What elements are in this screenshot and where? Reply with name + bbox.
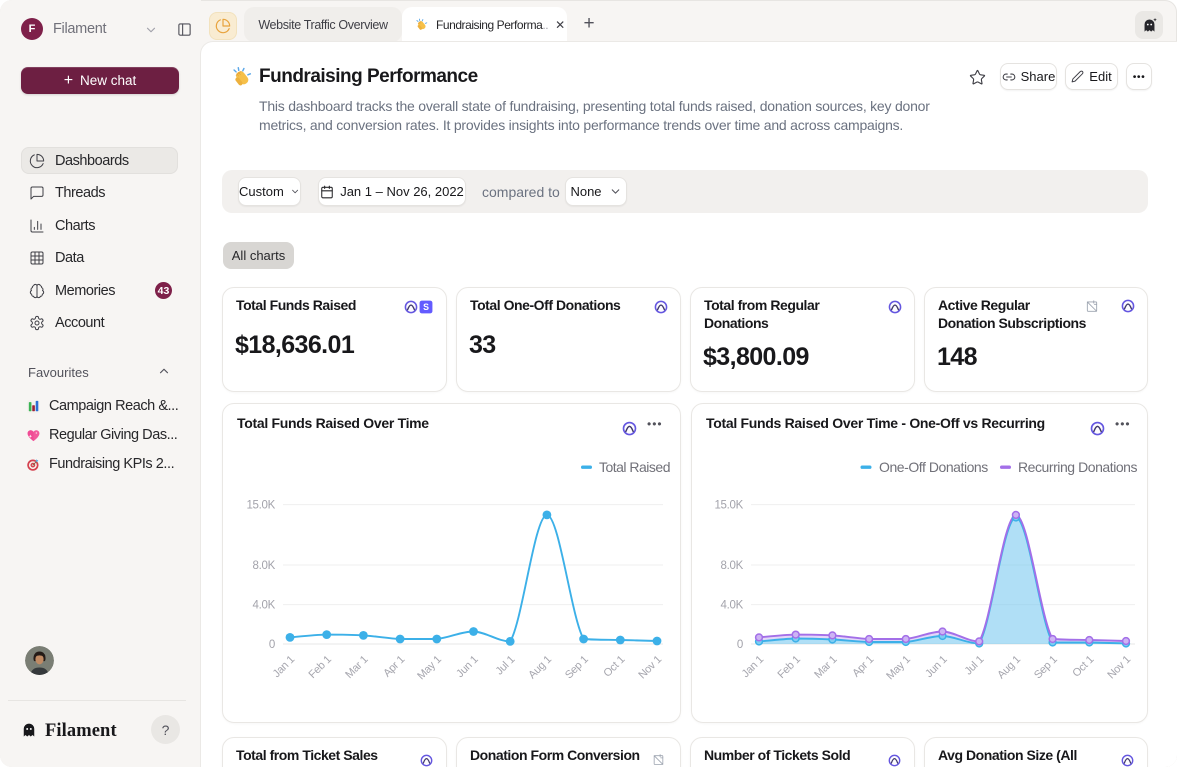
svg-text:Jun 1: Jun 1	[454, 654, 481, 681]
svg-text:Oct 1: Oct 1	[601, 654, 627, 680]
svg-text:4.0K: 4.0K	[253, 600, 276, 612]
svg-text:One-Off Donations: One-Off Donations	[879, 459, 988, 475]
svg-text:0: 0	[737, 639, 743, 651]
svg-text:Oct 1: Oct 1	[1070, 654, 1096, 680]
svg-text:May 1: May 1	[884, 654, 913, 683]
svg-text:Apr 1: Apr 1	[381, 654, 407, 680]
svg-text:Nov 1: Nov 1	[636, 654, 664, 682]
svg-text:Sep 1: Sep 1	[1032, 654, 1060, 682]
svg-text:Jun 1: Jun 1	[923, 654, 950, 681]
svg-text:Mar 1: Mar 1	[343, 654, 370, 681]
svg-text:Feb 1: Feb 1	[775, 654, 802, 681]
svg-text:15.0K: 15.0K	[246, 500, 275, 512]
svg-text:8.0K: 8.0K	[253, 560, 276, 572]
svg-text:Jul 1: Jul 1	[493, 654, 517, 678]
svg-text:15.0K: 15.0K	[714, 500, 743, 512]
svg-text:Total Raised: Total Raised	[599, 459, 670, 475]
svg-text:4.0K: 4.0K	[721, 600, 744, 612]
svg-text:Aug 1: Aug 1	[995, 654, 1023, 682]
svg-text:8.0K: 8.0K	[721, 560, 744, 572]
svg-text:May 1: May 1	[415, 654, 444, 683]
svg-text:Apr 1: Apr 1	[850, 654, 876, 680]
svg-text:S: S	[423, 302, 429, 312]
svg-text:0: 0	[269, 639, 275, 651]
svg-text:Nov 1: Nov 1	[1105, 654, 1133, 682]
svg-text:Mar 1: Mar 1	[812, 654, 839, 681]
svg-text:Sep 1: Sep 1	[563, 654, 591, 682]
svg-text:Jan 1: Jan 1	[740, 654, 767, 681]
svg-text:Jul 1: Jul 1	[962, 654, 986, 678]
svg-text:Feb 1: Feb 1	[306, 654, 333, 681]
svg-text:Recurring Donations: Recurring Donations	[1018, 459, 1138, 475]
svg-text:Aug 1: Aug 1	[526, 654, 554, 682]
svg-text:Jan 1: Jan 1	[271, 654, 298, 681]
